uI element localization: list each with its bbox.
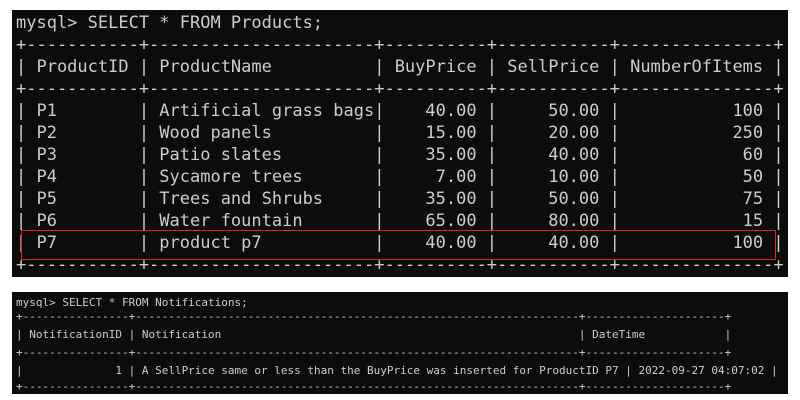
table-border-mid: +----------------+----------------------… bbox=[16, 346, 732, 359]
table-border-bottom: +----------------+----------------------… bbox=[16, 380, 732, 393]
terminal-products: mysql> SELECT * FROM Products; +--------… bbox=[12, 10, 788, 277]
table-row: | 1 | A SellPrice same or less than the … bbox=[16, 364, 778, 377]
table-border-top: +----------------+----------------------… bbox=[16, 310, 732, 323]
table-row: | P5 | Trees and Shrubs | 35.00 | 50.00 … bbox=[16, 189, 784, 209]
command-line: mysql> SELECT * FROM Products; bbox=[16, 13, 324, 33]
table-header: | NotificationID | Notification | DateTi… bbox=[16, 328, 732, 341]
table-row: | P4 | Sycamore trees | 7.00 | 10.00 | 5… bbox=[16, 167, 784, 187]
command-line: mysql> SELECT * FROM Notifications; bbox=[16, 296, 248, 309]
table-row: | P2 | Wood panels | 15.00 | 20.00 | 250… bbox=[16, 123, 784, 143]
table-border-top: +-----------+----------------------+----… bbox=[16, 35, 784, 55]
table-row: | P1 | Artificial grass bags| 40.00 | 50… bbox=[16, 101, 784, 121]
table-header: | ProductID | ProductName | BuyPrice | S… bbox=[16, 57, 784, 77]
table-row: | P6 | Water fountain | 65.00 | 80.00 | … bbox=[16, 211, 784, 231]
highlight-box bbox=[21, 230, 776, 260]
table-row: | P3 | Patio slates | 35.00 | 40.00 | 60… bbox=[16, 145, 784, 165]
table-border-mid: +-----------+----------------------+----… bbox=[16, 79, 784, 99]
terminal-notifications: mysql> SELECT * FROM Notifications; +---… bbox=[12, 292, 788, 394]
